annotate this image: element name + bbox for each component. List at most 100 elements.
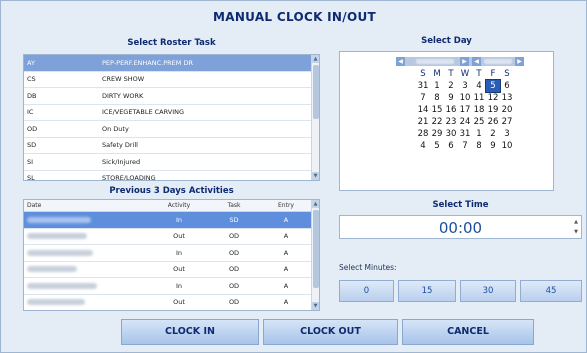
activity-date bbox=[24, 282, 149, 289]
calendar-day[interactable]: 28 bbox=[416, 128, 430, 140]
calendar-day[interactable]: 9 bbox=[486, 140, 500, 152]
roster-code: SI bbox=[27, 157, 34, 166]
roster-item-ic[interactable]: IC ICE/VEGETABLE CARVING bbox=[24, 105, 319, 121]
activity-row[interactable]: Out OD A bbox=[24, 295, 319, 311]
activity-date bbox=[24, 216, 149, 223]
cancel-button[interactable]: CANCEL bbox=[402, 319, 534, 345]
roster-item-cs[interactable]: CS CREW SHOW bbox=[24, 72, 319, 88]
calendar-day[interactable]: 29 bbox=[430, 128, 444, 140]
calendar-day[interactable]: 14 bbox=[416, 104, 430, 116]
calendar-day-selected[interactable]: 5 bbox=[485, 79, 501, 93]
calendar-day[interactable]: 31 bbox=[458, 128, 472, 140]
calendar-day[interactable]: 4 bbox=[416, 140, 430, 152]
next-month-icon[interactable]: ▶ bbox=[460, 57, 469, 66]
calendar-day[interactable]: 3 bbox=[458, 80, 472, 92]
redacted-date bbox=[27, 282, 97, 289]
next-year-icon[interactable]: ▶ bbox=[515, 57, 524, 66]
redacted-date bbox=[27, 299, 85, 306]
calendar-day[interactable]: 21 bbox=[416, 116, 430, 128]
calendar-day[interactable]: 4 bbox=[472, 80, 486, 92]
roster-code: OD bbox=[27, 124, 38, 133]
prev-year-icon[interactable]: ◀ bbox=[472, 57, 481, 66]
calendar-day[interactable]: 25 bbox=[472, 116, 486, 128]
activity-row[interactable]: Out OD A bbox=[24, 262, 319, 278]
scroll-up-icon[interactable]: ▲ bbox=[312, 200, 319, 208]
activity-date bbox=[24, 299, 149, 306]
calendar-day[interactable]: 31 bbox=[416, 80, 430, 92]
minutes-30-button[interactable]: 30 bbox=[460, 280, 516, 302]
prev-month-icon[interactable]: ◀ bbox=[396, 57, 405, 66]
activities-scrollbar[interactable]: ▲ ▼ bbox=[311, 200, 319, 310]
calendar-day[interactable]: 26 bbox=[486, 116, 500, 128]
weekday-label: T bbox=[476, 69, 482, 79]
calendar-day[interactable]: 1 bbox=[472, 128, 486, 140]
calendar-day[interactable]: 7 bbox=[416, 92, 430, 104]
calendar-day[interactable]: 2 bbox=[444, 80, 458, 92]
redacted-date bbox=[27, 266, 77, 273]
calendar-day[interactable]: 24 bbox=[458, 116, 472, 128]
time-input[interactable]: 00:00 ▲ ▼ bbox=[339, 215, 582, 239]
roster-item-db[interactable]: DB DIRTY WORK bbox=[24, 88, 319, 105]
calendar-day[interactable]: 3 bbox=[500, 128, 514, 140]
roster-code: AY bbox=[27, 58, 35, 67]
calendar-day[interactable]: 12 bbox=[486, 92, 500, 104]
roster-item-ay[interactable]: AY PEP-PERF.ENHANC.PREM DR bbox=[24, 55, 319, 72]
spin-up-icon[interactable]: ▲ bbox=[574, 219, 578, 225]
calendar-day[interactable]: 8 bbox=[430, 92, 444, 104]
calendar[interactable]: ◀ ▶ ◀ ▶ S M T W T F S 31 1 2 3 4 5 6 7 8 9 10 11 12 13 14 15 16… bbox=[339, 51, 554, 191]
minutes-0-button[interactable]: 0 bbox=[339, 280, 394, 302]
scroll-down-icon[interactable]: ▼ bbox=[312, 302, 319, 310]
calendar-day[interactable]: 20 bbox=[500, 104, 514, 116]
calendar-day[interactable]: 5 bbox=[430, 140, 444, 152]
clock-out-button[interactable]: CLOCK OUT bbox=[263, 319, 398, 345]
minutes-45-button[interactable]: 45 bbox=[520, 280, 582, 302]
calendar-day[interactable]: 10 bbox=[500, 140, 514, 152]
activity-row[interactable]: In SD A bbox=[24, 212, 319, 229]
calendar-week: 21 22 23 24 25 26 27 bbox=[416, 116, 514, 128]
scroll-down-icon[interactable]: ▼ bbox=[312, 172, 319, 180]
roster-item-sd[interactable]: SD Safety Drill bbox=[24, 138, 319, 154]
task-value: OD bbox=[228, 281, 240, 290]
calendar-day[interactable]: 19 bbox=[486, 104, 500, 116]
spin-down-icon[interactable]: ▼ bbox=[574, 229, 578, 235]
calendar-day[interactable]: 22 bbox=[430, 116, 444, 128]
roster-scrollbar[interactable]: ▲ ▼ bbox=[311, 55, 319, 180]
activity-date bbox=[24, 266, 149, 273]
roster-item-od[interactable]: OD On Duty bbox=[24, 121, 319, 138]
calendar-day[interactable]: 10 bbox=[458, 92, 472, 104]
calendar-day[interactable]: 15 bbox=[430, 104, 444, 116]
calendar-day[interactable]: 6 bbox=[444, 140, 458, 152]
activity-row[interactable]: In OD A bbox=[24, 278, 319, 295]
calendar-day[interactable]: 6 bbox=[500, 80, 514, 92]
roster-item-sl[interactable]: SL STORE/LOADING bbox=[24, 171, 319, 180]
minutes-15-button[interactable]: 15 bbox=[398, 280, 456, 302]
activity-value: Out bbox=[173, 232, 185, 241]
scroll-up-icon[interactable]: ▲ bbox=[312, 55, 319, 63]
calendar-day[interactable]: 17 bbox=[458, 104, 472, 116]
calendar-day[interactable]: 30 bbox=[444, 128, 458, 140]
calendar-day[interactable]: 9 bbox=[444, 92, 458, 104]
calendar-day[interactable]: 2 bbox=[486, 128, 500, 140]
calendar-day[interactable]: 8 bbox=[472, 140, 486, 152]
activities-table[interactable]: Date Activity Task Entry In SD A Out OD A In OD… bbox=[23, 199, 320, 311]
activity-row[interactable]: In OD A bbox=[24, 245, 319, 262]
roster-task-list[interactable]: AY PEP-PERF.ENHANC.PREM DR CS CREW SHOW DB DI… bbox=[23, 54, 320, 181]
calendar-day[interactable]: 16 bbox=[444, 104, 458, 116]
scroll-thumb[interactable] bbox=[313, 210, 319, 288]
calendar-day[interactable]: 23 bbox=[444, 116, 458, 128]
task-value: OD bbox=[228, 232, 240, 241]
task-value: SD bbox=[229, 215, 239, 224]
calendar-day[interactable]: 13 bbox=[500, 92, 514, 104]
calendar-day[interactable]: 7 bbox=[458, 140, 472, 152]
clock-in-button[interactable]: CLOCK IN bbox=[121, 319, 259, 345]
column-entry: Entry bbox=[278, 202, 294, 209]
roster-code: CS bbox=[27, 75, 36, 84]
calendar-day[interactable]: 11 bbox=[472, 92, 486, 104]
calendar-day[interactable]: 18 bbox=[472, 104, 486, 116]
calendar-day[interactable]: 1 bbox=[430, 80, 444, 92]
calendar-day[interactable]: 27 bbox=[500, 116, 514, 128]
roster-item-si[interactable]: SI Sick/Injured bbox=[24, 154, 319, 171]
scroll-thumb[interactable] bbox=[313, 65, 319, 119]
column-task: Task bbox=[227, 202, 241, 209]
activity-row[interactable]: Out OD A bbox=[24, 229, 319, 245]
